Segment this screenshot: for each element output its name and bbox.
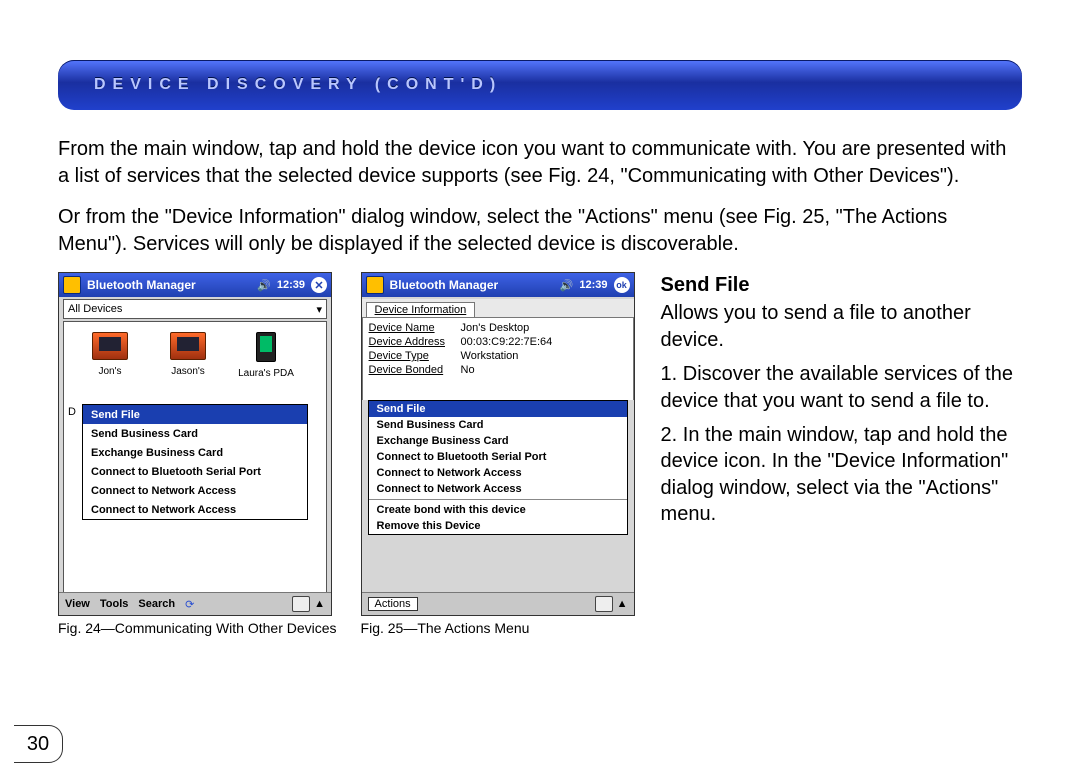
label-device-type: Device Type — [369, 350, 461, 362]
menu-item: Send Business Card — [83, 424, 307, 443]
refresh-icon: ⟳ — [185, 598, 194, 611]
fig24-device-filter-value: All Devices — [68, 303, 122, 315]
fig24-devices: Jon's Jason's Laura's PDA — [64, 322, 326, 379]
pda-icon — [256, 332, 276, 362]
keyboard-icon — [292, 596, 310, 612]
label-device-name: Device Name — [369, 322, 461, 334]
send-file-section: Send File Allows you to send a file to a… — [661, 272, 1022, 528]
fig25-titlebar: Bluetooth Manager 12:39 ok — [362, 273, 634, 297]
manual-page: DEVICE DISCOVERY (CONT'D) From the main … — [0, 0, 1080, 777]
fig24-caption: Fig. 24—Communicating With Other Devices — [58, 620, 337, 636]
menu-item-send-file: Send File — [83, 405, 307, 424]
tab-device-information: Device Information — [366, 302, 476, 317]
label-device-address: Device Address — [369, 336, 461, 348]
send-file-step-2: 2. In the main window, tap and hold the … — [661, 422, 1022, 528]
speaker-icon — [257, 278, 275, 292]
fig25-clock: 12:39 — [579, 279, 607, 291]
menu-item: Connect to Network Access — [83, 500, 307, 519]
menu-item: Connect to Network Access — [369, 465, 627, 481]
body-text: From the main window, tap and hold the d… — [58, 136, 1022, 258]
fig25-app-title: Bluetooth Manager — [390, 278, 560, 292]
fig24-clock: 12:39 — [277, 279, 305, 291]
device-jason: Jason's — [158, 332, 218, 379]
start-flag-icon — [366, 276, 384, 294]
fig25-caption: Fig. 25—The Actions Menu — [361, 620, 530, 636]
menu-item: Connect to Bluetooth Serial Port — [83, 462, 307, 481]
fig24-context-menu: Send File Send Business Card Exchange Bu… — [82, 404, 308, 520]
paragraph-2: Or from the "Device Information" dialog … — [58, 204, 1022, 258]
speaker-icon — [560, 278, 578, 292]
fig24-device-filter: All Devices ▾ — [63, 299, 327, 319]
value-device-name: Jon's Desktop — [461, 322, 530, 334]
figure-row: Bluetooth Manager 12:39 ✕ All Devices ▾ … — [58, 272, 1022, 636]
fig24-softbar: View Tools Search ⟳ ▲ — [59, 592, 331, 615]
send-file-heading: Send File — [661, 272, 1022, 298]
figure-24: Bluetooth Manager 12:39 ✕ All Devices ▾ … — [58, 272, 337, 636]
fig24-desktop-prefix: D — [68, 406, 76, 418]
menu-item-send-file: Send File — [369, 401, 627, 417]
menu-item-create-bond: Create bond with this device — [369, 502, 627, 518]
fig24-device-pane: Jon's Jason's Laura's PDA D Send — [63, 321, 327, 593]
ok-icon: ok — [614, 277, 630, 293]
device-jon: Jon's — [80, 332, 140, 379]
figure-25: Bluetooth Manager 12:39 ok Device Inform… — [361, 272, 635, 636]
device-laura: Laura's PDA — [236, 332, 296, 379]
menu-item: Connect to Bluetooth Serial Port — [369, 449, 627, 465]
up-caret-icon: ▲ — [314, 598, 325, 610]
fig25-actions-menu: Send File Send Business Card Exchange Bu… — [368, 400, 628, 535]
send-file-step-1: 1. Discover the available services of th… — [661, 361, 1022, 414]
fig25-screenshot: Bluetooth Manager 12:39 ok Device Inform… — [361, 272, 635, 616]
softbar-view: View — [65, 598, 90, 610]
fig25-softbar: Actions ▲ — [362, 592, 634, 615]
close-icon: ✕ — [311, 277, 327, 293]
menu-item: Exchange Business Card — [369, 433, 627, 449]
start-flag-icon — [63, 276, 81, 294]
fig24-titlebar: Bluetooth Manager 12:39 ✕ — [59, 273, 331, 297]
softbar-search: Search — [138, 598, 175, 610]
keyboard-icon — [595, 596, 613, 612]
value-device-type: Workstation — [461, 350, 519, 362]
fig24-screenshot: Bluetooth Manager 12:39 ✕ All Devices ▾ … — [58, 272, 332, 616]
section-banner: DEVICE DISCOVERY (CONT'D) — [58, 60, 1022, 110]
label-device-bonded: Device Bonded — [369, 364, 461, 376]
menu-item-remove-device: Remove this Device — [369, 518, 627, 534]
value-device-address: 00:03:C9:22:7E:64 — [461, 336, 553, 348]
softbar-actions-button: Actions — [368, 597, 418, 611]
up-caret-icon: ▲ — [617, 598, 628, 610]
menu-item: Connect to Network Access — [369, 481, 627, 497]
menu-item: Connect to Network Access — [83, 481, 307, 500]
softbar-tools: Tools — [100, 598, 129, 610]
value-device-bonded: No — [461, 364, 475, 376]
page-number: 30 — [14, 725, 63, 763]
desktop-icon — [92, 332, 128, 360]
fig25-tabstrip: Device Information — [362, 299, 634, 318]
section-banner-title: DEVICE DISCOVERY (CONT'D) — [94, 76, 502, 94]
menu-separator — [369, 499, 627, 500]
chevron-down-icon: ▾ — [316, 303, 322, 316]
fig24-app-title: Bluetooth Manager — [87, 278, 257, 292]
send-file-intro: Allows you to send a file to another dev… — [661, 300, 1022, 353]
paragraph-1: From the main window, tap and hold the d… — [58, 136, 1022, 190]
desktop-icon — [170, 332, 206, 360]
fig25-device-info: Device NameJon's Desktop Device Address0… — [362, 318, 634, 400]
menu-item: Exchange Business Card — [83, 443, 307, 462]
menu-item: Send Business Card — [369, 417, 627, 433]
